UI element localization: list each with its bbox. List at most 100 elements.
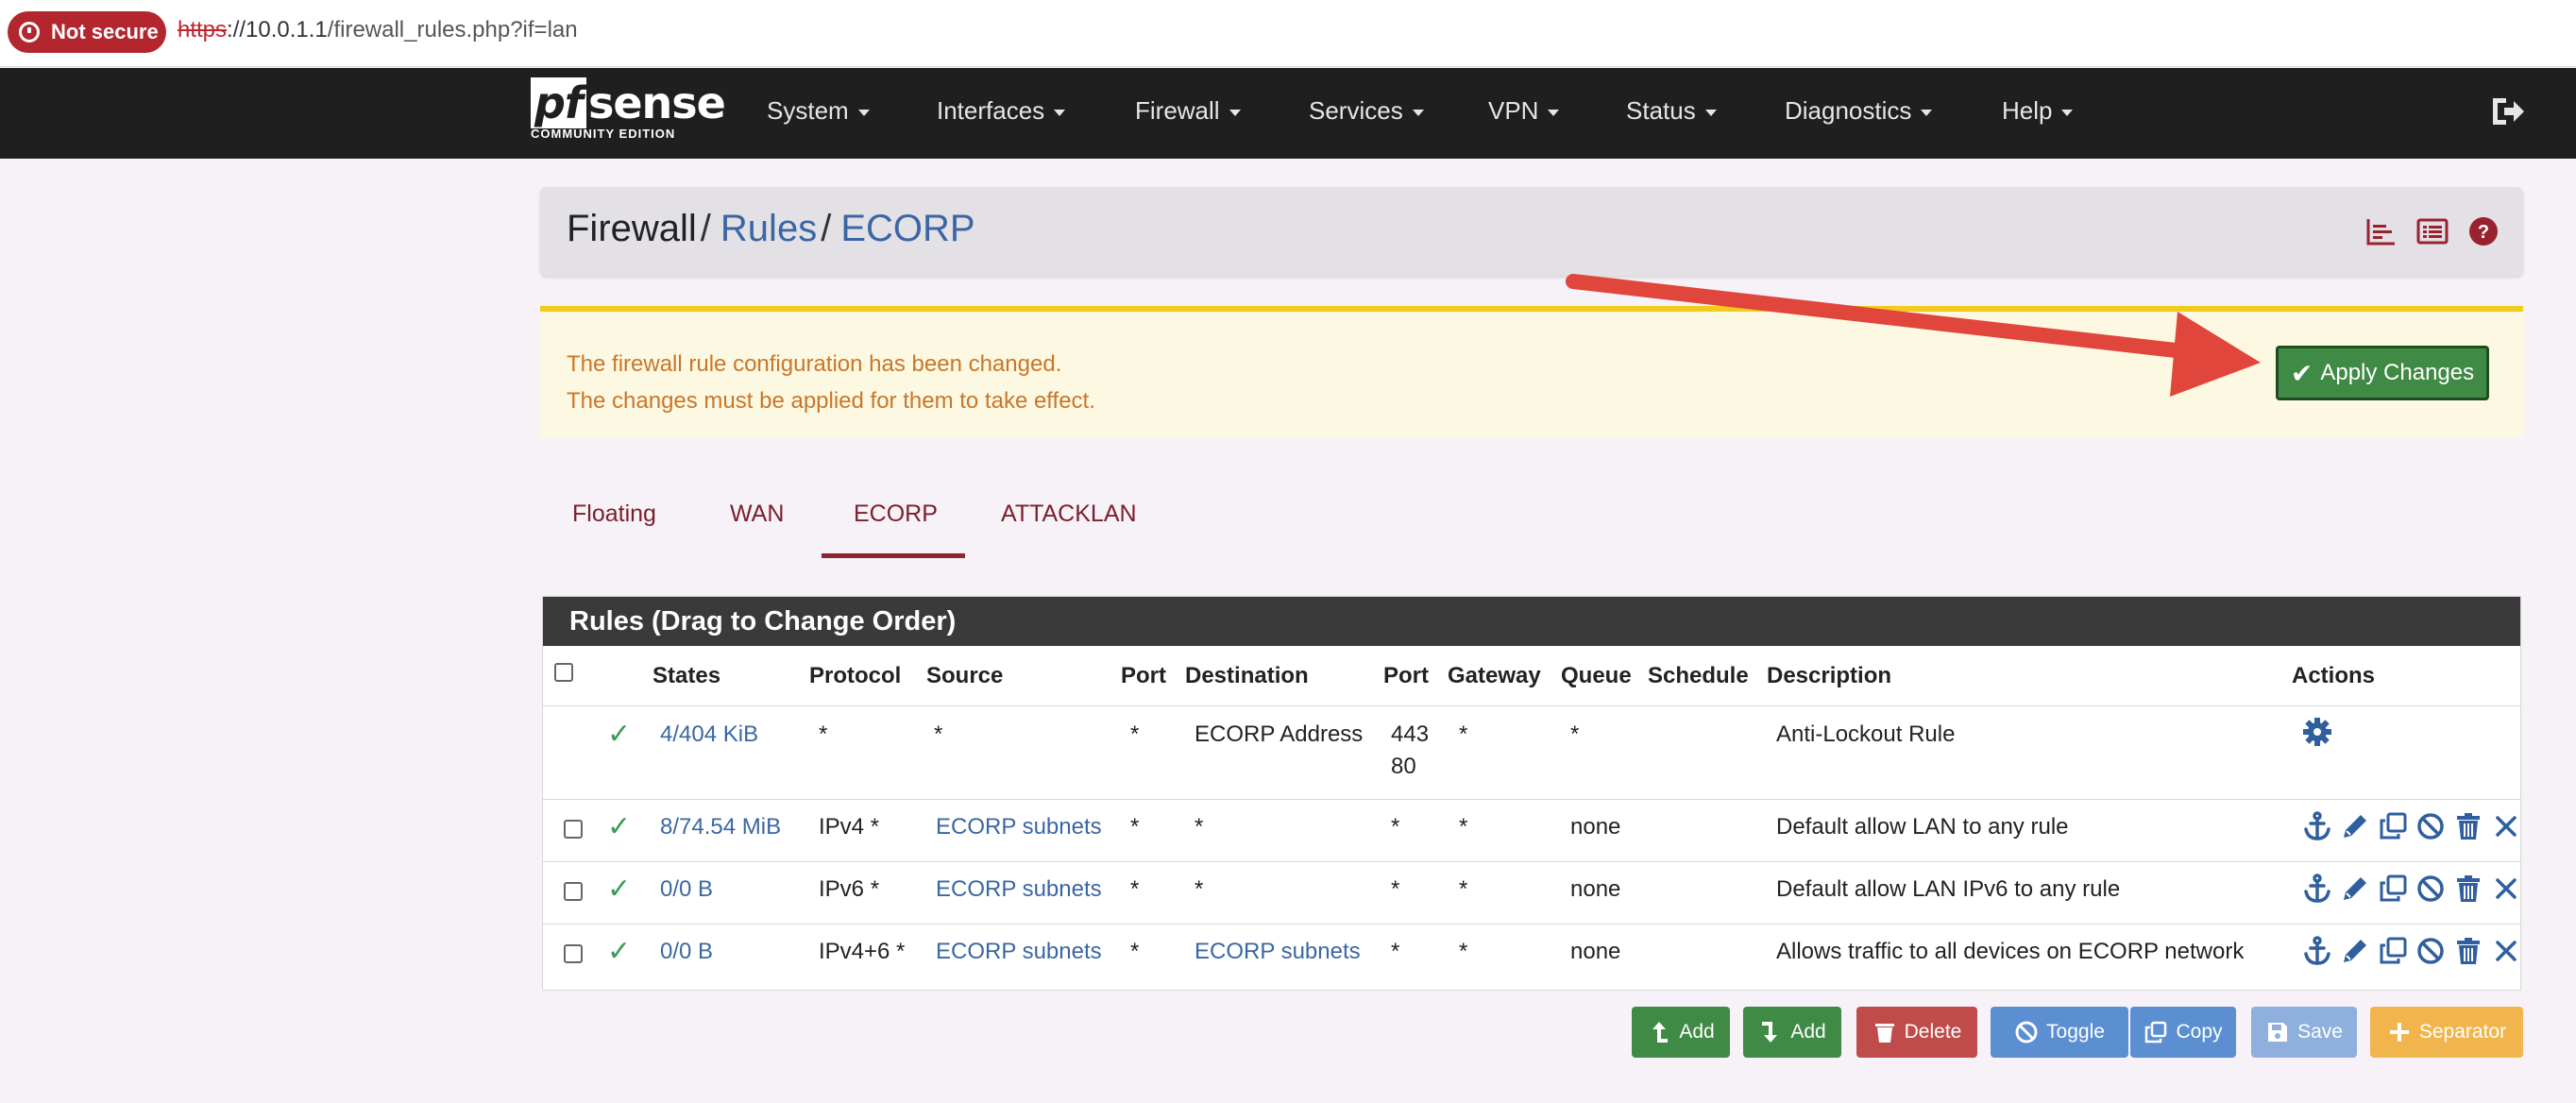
menu-services[interactable]: Services <box>1309 96 1424 126</box>
disable-icon <box>2015 1021 2038 1044</box>
header-queue[interactable]: Queue <box>1561 663 1632 689</box>
header-description[interactable]: Description <box>1767 663 1891 689</box>
separator-button[interactable]: Separator <box>2370 1007 2523 1058</box>
toggle-button[interactable]: Toggle <box>1991 1007 2128 1058</box>
header-protocol[interactable]: Protocol <box>809 663 901 689</box>
close-icon[interactable] <box>2490 873 2522 905</box>
description-cell: Allows traffic to all devices on ECORP n… <box>1776 939 2245 964</box>
menu-vpn[interactable]: VPN <box>1488 96 1560 126</box>
port-cell: * <box>1130 939 1140 964</box>
source-cell[interactable]: ECORP subnets <box>936 876 1102 903</box>
svg-text:?: ? <box>2478 222 2489 243</box>
disable-icon[interactable] <box>2415 873 2447 905</box>
pencil-icon[interactable] <box>2339 810 2371 842</box>
header-schedule[interactable]: Schedule <box>1648 663 1749 689</box>
anchor-icon[interactable] <box>2301 873 2333 905</box>
active-tab-indicator <box>822 553 965 558</box>
logo-pf: pf <box>531 77 586 128</box>
save-button[interactable]: Save <box>2251 1007 2357 1058</box>
select-all-checkbox[interactable] <box>554 663 573 682</box>
trash-icon[interactable] <box>2452 873 2484 905</box>
header-states[interactable]: States <box>652 663 720 689</box>
tab-floating[interactable]: Floating <box>572 501 656 528</box>
menu-status[interactable]: Status <box>1626 96 1717 126</box>
pfsense-logo[interactable]: pf sense COMMUNITY EDITION <box>531 77 726 141</box>
destination-cell[interactable]: ECORP subnets <box>1195 939 1361 965</box>
copy-icon[interactable] <box>2377 935 2409 967</box>
delete-button[interactable]: Delete <box>1856 1007 1977 1058</box>
gear-icon[interactable] <box>2301 716 2333 748</box>
states-cell[interactable]: 0/0 B <box>660 876 713 903</box>
trash-icon[interactable] <box>2452 810 2484 842</box>
plus-icon <box>2389 1023 2409 1042</box>
states-cell[interactable]: 0/0 B <box>660 939 713 965</box>
trash-icon[interactable] <box>2452 935 2484 967</box>
chart-icon[interactable] <box>2364 215 2398 247</box>
row-actions <box>2301 935 2522 967</box>
disable-icon[interactable] <box>2415 810 2447 842</box>
protocol-cell: IPv6 * <box>819 876 880 902</box>
row-divider <box>543 799 2520 800</box>
description-cell: Default allow LAN IPv6 to any rule <box>1776 876 2121 902</box>
menu-diagnostics[interactable]: Diagnostics <box>1785 96 1933 126</box>
rules-panel-title: Rules (Drag to Change Order) <box>543 597 2520 646</box>
caret-down-icon <box>1054 109 1066 116</box>
page-title: Firewall / Rules / ECORP <box>567 208 975 249</box>
close-icon[interactable] <box>2490 935 2522 967</box>
help-icon[interactable]: ? <box>2466 215 2500 247</box>
tab-wan[interactable]: WAN <box>730 501 784 528</box>
breadcrumb-ecorp[interactable]: ECORP <box>840 208 974 249</box>
header-destination[interactable]: Destination <box>1185 663 1309 689</box>
row-checkbox[interactable] <box>564 820 583 839</box>
url-field[interactable]: https://10.0.1.1/firewall_rules.php?if=l… <box>178 17 578 43</box>
copy-icon[interactable] <box>2377 810 2409 842</box>
disable-icon[interactable] <box>2415 935 2447 967</box>
list-icon[interactable] <box>2415 215 2449 247</box>
anchor-icon[interactable] <box>2301 810 2333 842</box>
pencil-icon[interactable] <box>2339 935 2371 967</box>
menu-interfaces[interactable]: Interfaces <box>937 96 1066 126</box>
arrow-down-icon <box>1762 1022 1778 1043</box>
copy-icon[interactable] <box>2377 873 2409 905</box>
menu-system[interactable]: System <box>767 96 870 126</box>
header-gateway[interactable]: Gateway <box>1448 663 1541 689</box>
states-cell[interactable]: 4/404 KiB <box>660 721 758 748</box>
floppy-icon <box>2268 1023 2288 1042</box>
logout-icon[interactable] <box>2489 93 2527 130</box>
gateway-cell: * <box>1459 814 1468 840</box>
row-divider <box>543 861 2520 862</box>
add-rule-top-button[interactable]: Add <box>1632 1007 1730 1058</box>
enabled-check-icon[interactable]: ✓ <box>607 810 631 843</box>
apply-changes-button[interactable]: ✔ Apply Changes <box>2276 346 2489 400</box>
header-port[interactable]: Port <box>1121 663 1166 689</box>
close-icon[interactable] <box>2490 810 2522 842</box>
not-secure-label: Not secure <box>51 20 159 43</box>
menu-help[interactable]: Help <box>2002 96 2074 126</box>
gateway-cell: * <box>1459 939 1468 964</box>
pencil-icon[interactable] <box>2339 873 2371 905</box>
menu-firewall[interactable]: Firewall <box>1135 96 1241 126</box>
header-actions: Actions <box>2292 663 2376 688</box>
row-divider <box>543 924 2520 925</box>
tab-attacklan[interactable]: ATTACKLAN <box>1001 501 1137 528</box>
source-cell[interactable]: ECORP subnets <box>936 939 1102 965</box>
source-cell[interactable]: ECORP subnets <box>936 814 1102 840</box>
add-rule-bottom-button[interactable]: Add <box>1743 1007 1841 1058</box>
enabled-check-icon[interactable]: ✓ <box>607 873 631 906</box>
caret-down-icon <box>2061 109 2074 116</box>
description-cell: Default allow LAN to any rule <box>1776 814 2069 840</box>
tab-ecorp[interactable]: ECORP <box>854 501 938 528</box>
anchor-icon[interactable] <box>2301 935 2333 967</box>
row-checkbox[interactable] <box>564 944 583 963</box>
trash-icon <box>1874 1024 1894 1043</box>
header-port-2[interactable]: Port <box>1383 663 1429 689</box>
annotation-arrow <box>1566 274 2261 397</box>
header-source[interactable]: Source <box>926 663 1003 689</box>
row-checkbox[interactable] <box>564 882 583 901</box>
enabled-check-icon[interactable]: ✓ <box>607 935 631 968</box>
not-secure-badge[interactable]: Not secure <box>8 11 166 53</box>
states-cell[interactable]: 8/74.54 MiB <box>660 814 781 840</box>
gateway-cell: * <box>1459 721 1468 747</box>
breadcrumb-rules[interactable]: Rules <box>720 208 817 249</box>
copy-button[interactable]: Copy <box>2130 1007 2236 1058</box>
